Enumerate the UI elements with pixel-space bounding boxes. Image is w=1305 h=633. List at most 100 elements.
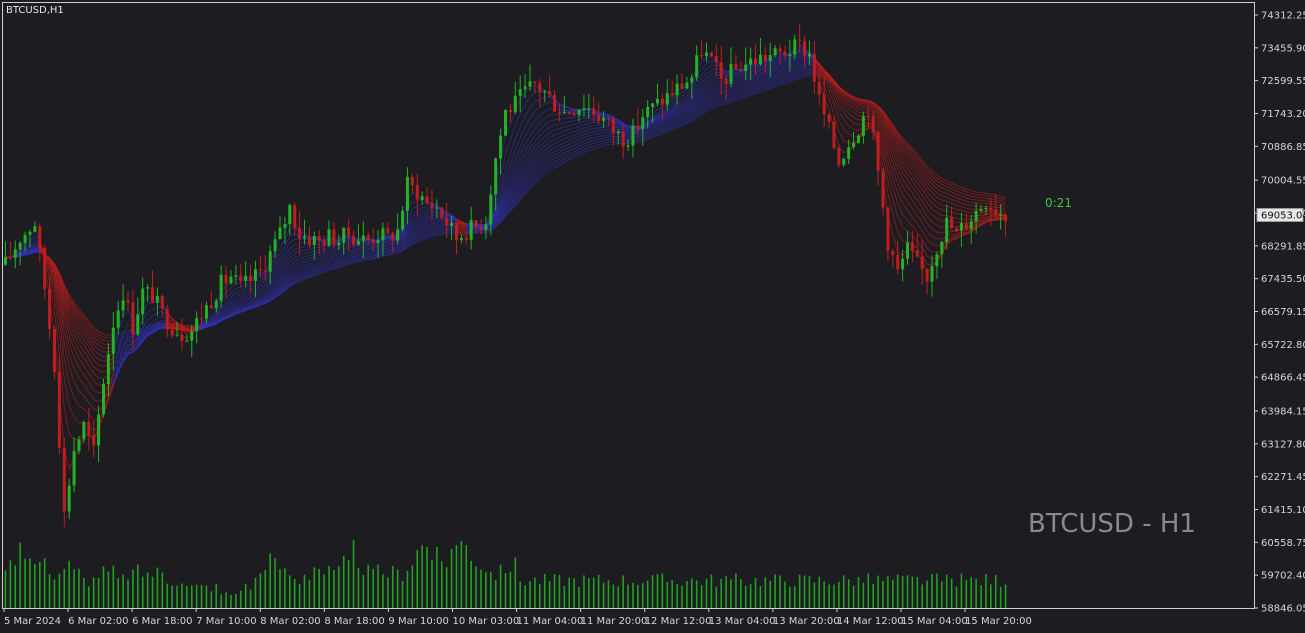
candle-body <box>185 340 189 342</box>
candle-body <box>67 485 71 512</box>
candle-body <box>62 447 66 512</box>
candle-body <box>582 108 586 110</box>
price-tick-label: 71743.20 <box>1261 109 1305 120</box>
candle-body <box>788 54 792 56</box>
candle-body <box>273 239 277 252</box>
ribbon-line-segment <box>387 248 393 250</box>
ribbon-line-segment <box>172 323 178 325</box>
ribbon-line-segment <box>127 340 133 343</box>
candle-body <box>298 227 302 239</box>
chart-window[interactable]: 74312.25 73455.90 72599.55 71743.20 70886.85… <box>0 0 1305 633</box>
candle-body <box>38 226 42 248</box>
candle-body <box>141 288 145 315</box>
candle-body <box>386 228 390 234</box>
candle-body <box>469 220 473 240</box>
candle-body <box>739 68 743 71</box>
candle-body <box>856 135 860 143</box>
candle-body <box>783 51 787 56</box>
price-tick-label: 73455.90 <box>1261 43 1305 54</box>
candle-body <box>793 39 797 55</box>
ribbon-line-segment <box>613 140 619 142</box>
time-tick-label: 9 Mar 10:00 <box>388 616 448 627</box>
candle-body <box>709 52 713 56</box>
candle-body <box>155 295 159 303</box>
candle-body <box>817 81 821 95</box>
time-tick-label: 7 Mar 10:00 <box>196 616 256 627</box>
time-tick-label: 10 Mar 03:00 <box>452 616 519 627</box>
candle-body <box>651 103 655 107</box>
price-tick-label: 59702.40 <box>1261 571 1305 582</box>
candle-body <box>410 177 414 185</box>
price-chart[interactable]: 74312.25 73455.90 72599.55 71743.20 70886.85… <box>0 0 1305 633</box>
candle-body <box>533 81 537 84</box>
candle-body <box>543 91 547 93</box>
candle-body <box>827 114 831 123</box>
candle-body <box>734 64 738 69</box>
ribbon-line-segment <box>976 199 982 201</box>
candle-body <box>454 223 458 240</box>
candle-body <box>695 55 699 78</box>
ribbon-line-segment <box>172 324 178 326</box>
candle-body <box>43 247 47 290</box>
time-tick-label: 13 Mar 20:00 <box>773 616 840 627</box>
candle-body <box>562 111 566 114</box>
candle-body <box>200 318 204 320</box>
candle-body <box>528 81 532 87</box>
candle-body <box>190 331 194 341</box>
price-tick-label: 66579.15 <box>1261 307 1305 318</box>
candle-body <box>459 237 463 240</box>
candle-body <box>312 236 316 245</box>
candle-body <box>729 64 733 84</box>
candle-body <box>82 422 86 440</box>
candle-body <box>513 95 517 113</box>
candle-body <box>332 229 336 246</box>
candle-body <box>626 145 630 147</box>
candle-body <box>371 240 375 243</box>
candle-body <box>989 207 993 210</box>
time-tick-label: 15 Mar 04:00 <box>901 616 968 627</box>
price-tick-label: 72599.55 <box>1261 76 1305 87</box>
candle-body <box>131 302 135 335</box>
ribbon-line-segment <box>564 109 570 112</box>
candle-body <box>111 327 115 354</box>
ribbon-line-segment <box>446 232 452 235</box>
ribbon-line-segment <box>363 244 369 246</box>
candle-body <box>3 257 7 265</box>
ribbon-line-segment <box>985 200 991 202</box>
candle-body <box>538 83 542 92</box>
candle-body <box>499 135 503 159</box>
candle-body <box>822 94 826 115</box>
candle-body <box>293 205 297 228</box>
candle-body <box>116 310 120 328</box>
candle-body <box>175 334 179 336</box>
candle-body <box>955 228 959 231</box>
candle-body <box>523 86 527 90</box>
candle-body <box>126 300 130 303</box>
candle-body <box>754 58 758 65</box>
time-tick-label: 8 Mar 18:00 <box>324 616 384 627</box>
candle-body <box>484 224 488 231</box>
candle-body <box>33 226 37 232</box>
candle-body <box>72 450 76 486</box>
candle-body <box>719 62 723 79</box>
candle-body <box>798 39 802 41</box>
candle-body <box>249 275 253 282</box>
price-tick-label: 67435.50 <box>1261 274 1305 285</box>
candle-body <box>356 240 360 245</box>
candle-body <box>342 227 346 243</box>
candle-body <box>405 177 409 211</box>
candle-body <box>489 194 493 225</box>
candle-body <box>690 77 694 83</box>
candle-body <box>758 54 762 65</box>
candle-body <box>744 64 748 71</box>
candle-body <box>886 207 890 251</box>
candle-body <box>950 217 954 229</box>
candle-body <box>361 235 365 241</box>
candle-body <box>773 48 777 56</box>
candle-body <box>23 234 27 244</box>
candle-body <box>655 98 659 104</box>
candle-body <box>778 48 782 52</box>
candle-body <box>288 205 292 225</box>
candle-body <box>479 226 483 231</box>
candle-body <box>724 78 728 84</box>
